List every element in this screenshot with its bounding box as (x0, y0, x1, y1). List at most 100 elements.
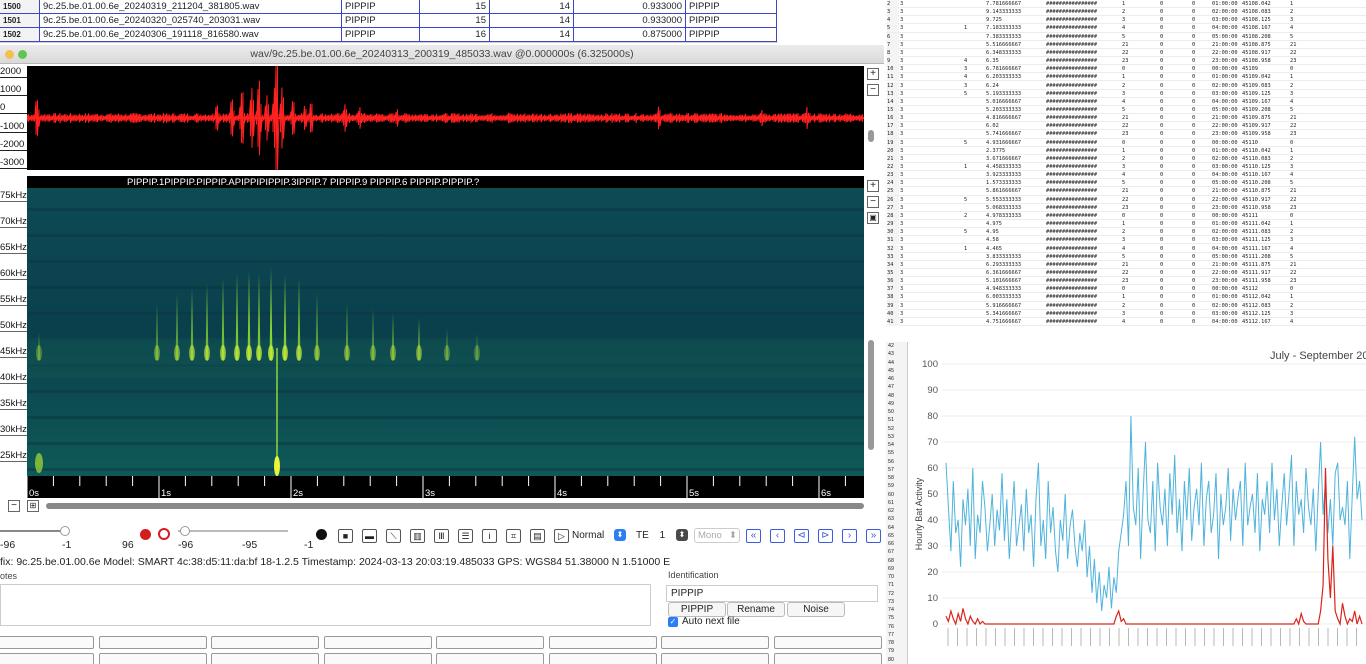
spreadsheet-cell[interactable]: ################ (1046, 122, 1097, 130)
spreadsheet-cell[interactable]: ################ (1046, 171, 1097, 179)
spreadsheet-cell[interactable]: 5 (1290, 179, 1293, 187)
spreadsheet-cell[interactable]: 0 (1192, 187, 1195, 195)
spreadsheet-row[interactable]: 2 3 7.781666667 ################ 1 0 0 01:00:00… (886, 0, 1366, 9)
spreadsheet-cell[interactable]: 2 (964, 212, 967, 220)
spreadsheet-cell[interactable]: 45110.083 (1242, 155, 1271, 163)
spreadsheet-cell[interactable]: ################ (1046, 90, 1097, 98)
spreadsheet-row[interactable]: 27 3 5.068333333 ################ 23 0 0 23:00:… (886, 203, 1366, 212)
spreadsheet-cell[interactable]: 0 (1160, 253, 1163, 261)
spreadsheet-cell[interactable]: 0 (1192, 261, 1195, 269)
spreadsheet-cell[interactable]: 04:00:00 (1212, 318, 1238, 326)
spreadsheet-cell[interactable]: 35 (887, 268, 899, 277)
time-fit-button[interactable]: ⊞ (27, 500, 39, 512)
spreadsheet-cell[interactable]: 14 (887, 97, 899, 106)
spreadsheet-cell[interactable]: 1 (1290, 147, 1293, 155)
spreadsheet-cell[interactable]: 45110.042 (1242, 147, 1271, 155)
gain-slider-track[interactable] (0, 530, 68, 532)
spreadsheet-cell[interactable]: 4 (1290, 171, 1293, 179)
spreadsheet-cell[interactable]: 45109.083 (1242, 82, 1271, 90)
spreadsheet-cell[interactable]: 03:00:00 (1212, 90, 1238, 98)
spreadsheet-cell[interactable]: 3 (900, 196, 903, 204)
spreadsheet-cell[interactable]: 45111.917 (1242, 269, 1271, 277)
spreadsheet-cell[interactable]: 3 (900, 65, 903, 73)
spreadsheet-cell[interactable]: 0 (1160, 57, 1163, 65)
spreadsheet-cell[interactable]: 0 (1192, 285, 1195, 293)
spreadsheet-cell[interactable]: 21 (1122, 41, 1128, 49)
spreadsheet-cell[interactable]: 0 (1192, 49, 1195, 57)
spreadsheet-cell[interactable]: 0 (1192, 163, 1195, 171)
spreadsheet-cell[interactable]: 45112.083 (1242, 302, 1271, 310)
spreadsheet-row[interactable]: 34 3 6.293333333 ################ 21 0 0 21:00:… (886, 260, 1366, 269)
spreadsheet-cell[interactable]: 13 (887, 89, 899, 98)
stop-record-icon[interactable] (316, 529, 327, 540)
spreadsheet-cell[interactable]: 0 (1160, 65, 1163, 73)
spreadsheet-cell[interactable]: 3 (900, 245, 903, 253)
spreadsheet-cell[interactable]: 31 (887, 236, 899, 245)
spreadsheet-cell[interactable]: 5 (1290, 253, 1293, 261)
spreadsheet-cell[interactable]: 0 (1160, 16, 1163, 24)
spreadsheet-cell[interactable]: 0 (1160, 318, 1163, 326)
spreadsheet-cell[interactable]: 0 (1192, 302, 1195, 310)
spreadsheet-cell[interactable]: 01:00:00 (1212, 147, 1238, 155)
spreadsheet-cell[interactable]: ################ (1046, 179, 1097, 187)
spreadsheet-cell[interactable]: 3 (900, 293, 903, 301)
spreadsheet-cell[interactable]: 01:00:00 (1212, 73, 1238, 81)
spreadsheet-cell[interactable]: 23 (887, 171, 899, 180)
spreadsheet-cell[interactable]: ################ (1046, 269, 1097, 277)
spreadsheet-cell[interactable]: 0 (1160, 285, 1163, 293)
spreadsheet-row[interactable]: 33 3 3.833333333 ################ 5 0 0 05:00:0… (886, 252, 1366, 261)
spreadsheet-cell[interactable]: 3 (900, 187, 903, 195)
record-icon[interactable] (140, 529, 151, 540)
spreadsheet-cell[interactable]: 0 (1160, 187, 1163, 195)
spreadsheet-cell[interactable]: 7.383333333 (986, 33, 1021, 41)
spreadsheet-row[interactable]: 26 3 5 5.553333333 ################ 22 0 0 22:00… (886, 195, 1366, 204)
spreadsheet-cell[interactable]: 5 (1122, 106, 1125, 114)
spreadsheet-cell[interactable]: 0 (1192, 204, 1195, 212)
spreadsheet-cell[interactable]: 5.068333333 (986, 204, 1021, 212)
grid-button[interactable] (98, 636, 207, 649)
spreadsheet-cell[interactable]: 3 (900, 318, 903, 326)
spreadsheet-cell[interactable]: 0 (1192, 33, 1195, 41)
spreadsheet-cell[interactable]: 8 (887, 48, 899, 57)
spreadsheet-cell[interactable]: 23 (1290, 130, 1296, 138)
spreadsheet-cell[interactable]: 0 (1160, 147, 1163, 155)
spreadsheet-row[interactable]: 13 3 5 5.193333333 ################ 3 0 0 03:00:… (886, 89, 1366, 98)
spreadsheet-cell[interactable]: 22 (1290, 122, 1296, 130)
spreadsheet-cell[interactable]: 5 (1290, 33, 1293, 41)
spreadsheet-cell[interactable]: 6.02 (986, 122, 999, 130)
waveform-zoom-out-button[interactable]: − (867, 84, 879, 96)
spreadsheet-cell[interactable]: 0 (1192, 228, 1195, 236)
spreadsheet-cell[interactable]: 45108.083 (1242, 8, 1271, 16)
spreadsheet-cell[interactable]: 7.781666667 (986, 0, 1021, 8)
spreadsheet-cell[interactable]: 45110.167 (1242, 171, 1271, 179)
spreadsheet-cell[interactable]: 5.203333333 (986, 106, 1021, 114)
spreadsheet-cell[interactable]: 3 (900, 0, 903, 8)
spreadsheet-cell[interactable]: 2 (1290, 82, 1293, 90)
spreadsheet-cell[interactable]: 3 (900, 163, 903, 171)
spreadsheet-cell[interactable]: 0 (1160, 179, 1163, 187)
spreadsheet-cell[interactable]: 4.978333333 (986, 212, 1021, 220)
record-trigger-icon[interactable] (158, 528, 170, 540)
spreadsheet-cell[interactable]: 0 (1290, 285, 1293, 293)
spreadsheet-cell[interactable]: 27 (887, 203, 899, 212)
spreadsheet-cell[interactable]: 6.348333333 (986, 49, 1021, 57)
spreadsheet-cell[interactable]: 45108.042 (1242, 0, 1271, 8)
spreadsheet-cell[interactable]: 0 (1160, 310, 1163, 318)
spreadsheet-cell[interactable]: 6.361666667 (986, 269, 1021, 277)
grid-button[interactable] (0, 636, 94, 649)
spreadsheet-cell[interactable]: 0 (1192, 212, 1195, 220)
grid-button[interactable] (436, 653, 544, 664)
spreadsheet-cell[interactable]: ################ (1046, 277, 1097, 285)
spreadsheet-cell[interactable]: 0 (1192, 147, 1195, 155)
spreadsheet-cell[interactable]: 36 (887, 277, 899, 286)
spreadsheet-cell[interactable]: 3 (1122, 16, 1125, 24)
spreadsheet-cell[interactable]: 23 (1122, 277, 1128, 285)
spreadsheet-cell[interactable]: 45108.167 (1242, 24, 1271, 32)
annotation-labels[interactable]: PIPPIP.1PIPPIP.PIPPIP.APIPPIPIPPIP.3IPPI… (127, 177, 479, 188)
spreadsheet-row[interactable]: 35 3 6.361666667 ################ 22 0 0 22:00:… (886, 268, 1366, 278)
spreadsheet-row[interactable]: 30 3 5 4.95 ################ 2 0 0 02:00:00 45111… (886, 228, 1366, 237)
spreadsheet-cell[interactable]: 0 (1160, 41, 1163, 49)
spectrogram-view[interactable] (27, 188, 864, 476)
spreadsheet-cell[interactable]: 0 (1192, 24, 1195, 32)
spreadsheet-cell[interactable]: 0 (1122, 285, 1125, 293)
